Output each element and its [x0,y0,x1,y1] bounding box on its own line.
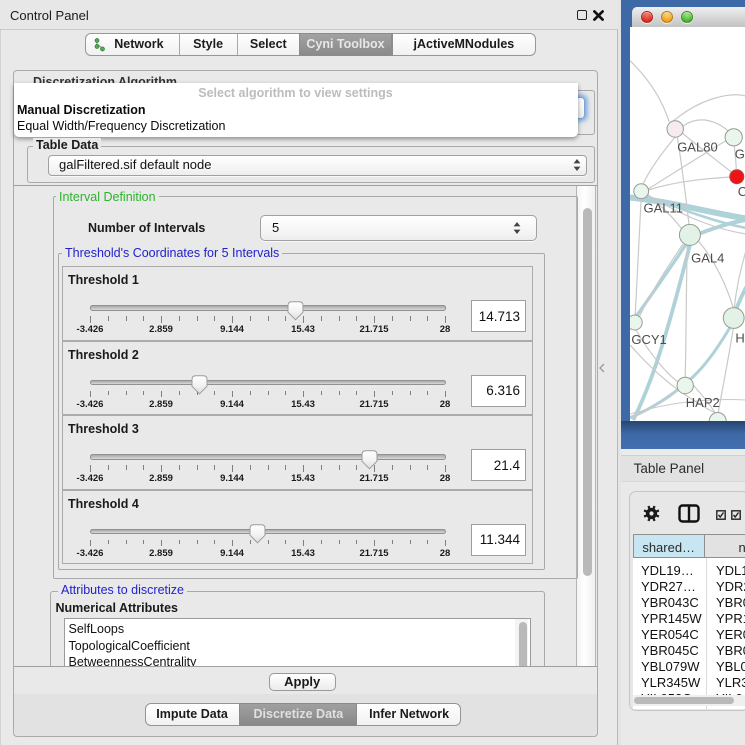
svg-text:GAL80: GAL80 [677,140,717,155]
svg-text:H…: H… [735,331,745,346]
svg-text:C…: C… [737,184,745,199]
svg-text:HAP2: HAP2 [686,395,720,410]
svg-text:GAL4: GAL4 [691,251,724,266]
svg-text:G…: G… [734,147,745,162]
svg-text:GAL11: GAL11 [643,201,683,216]
svg-text:GCY1: GCY1 [631,332,666,347]
